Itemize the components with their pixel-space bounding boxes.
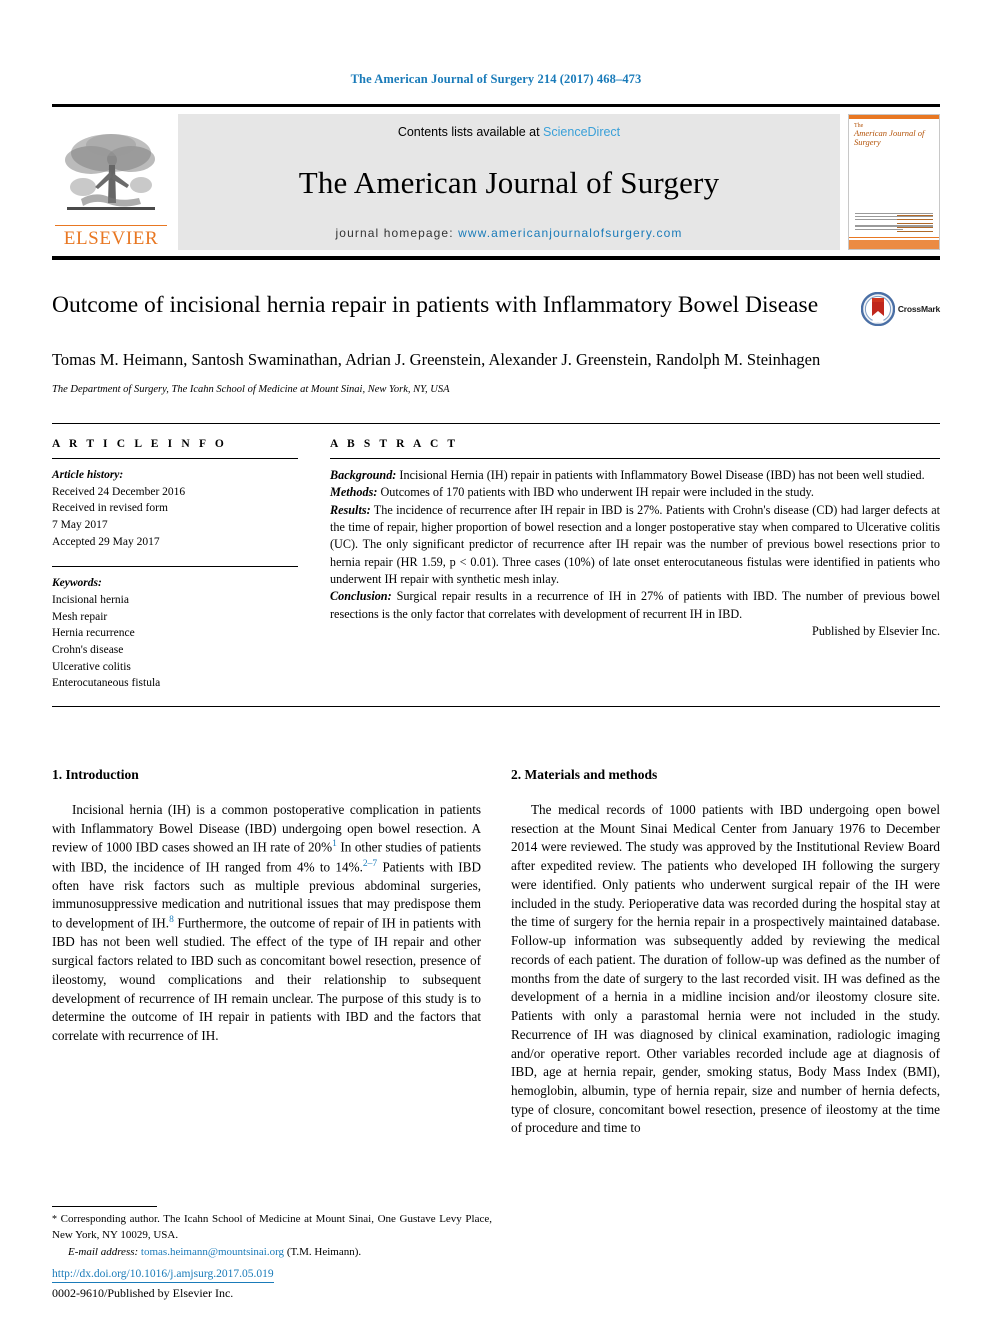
abstract-background-text: Incisional Hernia (IH) repair in patient… bbox=[396, 467, 925, 482]
footer-doi-block: http://dx.doi.org/10.1016/j.amjsurg.2017… bbox=[52, 1264, 274, 1301]
elsevier-tree-icon bbox=[65, 134, 155, 210]
abstract-methods: Methods: Outcomes of 170 patients with I… bbox=[330, 484, 940, 501]
contents-available-line: Contents lists available at ScienceDirec… bbox=[398, 125, 620, 139]
footnote-rule bbox=[52, 1206, 157, 1208]
article-info-rule bbox=[52, 457, 298, 459]
homepage-prefix: journal homepage: bbox=[335, 226, 459, 240]
article-info-separator bbox=[52, 566, 298, 568]
article-history: Article history: Received 24 December 20… bbox=[52, 467, 298, 550]
abstract-results-text: The incidence of recurrence after IH rep… bbox=[330, 502, 940, 586]
column-left: 1. Introduction Incisional hernia (IH) i… bbox=[52, 767, 481, 1138]
abstract-results: Results: The incidence of recurrence aft… bbox=[330, 502, 940, 589]
doi-link[interactable]: http://dx.doi.org/10.1016/j.amjsurg.2017… bbox=[52, 1268, 274, 1283]
article-info-column: A R T I C L E I N F O Article history: R… bbox=[52, 424, 320, 692]
crossmark-icon bbox=[860, 292, 895, 326]
abstract-conclusion-text: Surgical repair results in a recurrence … bbox=[330, 589, 940, 621]
elsevier-wordmark: ELSEVIER bbox=[55, 225, 167, 248]
footnote-corresponding-text: Corresponding author. The Icahn School o… bbox=[52, 1213, 492, 1241]
keyword-item: Ulcerative colitis bbox=[52, 660, 131, 673]
history-line: 7 May 2017 bbox=[52, 518, 108, 531]
journal-article-page: The American Journal of Surgery 214 (201… bbox=[0, 0, 992, 1323]
cover-toc-lines bbox=[897, 214, 933, 235]
cover-bottom-rule bbox=[849, 237, 939, 238]
abstract-heading: A B S T R A C T bbox=[330, 437, 459, 450]
section-heading-materials-and-methods: 2. Materials and methods bbox=[511, 766, 658, 782]
crossmark-badge[interactable]: CrossMark bbox=[844, 290, 940, 326]
running-head-citation: The American Journal of Surgery 214 (201… bbox=[350, 72, 642, 86]
abstract-bottom-rule bbox=[52, 705, 940, 707]
keyword-item: Crohn's disease bbox=[52, 643, 124, 656]
history-line: Accepted 29 May 2017 bbox=[52, 535, 160, 548]
abstract-background: Background: Incisional Hernia (IH) repai… bbox=[330, 467, 940, 484]
abstract-rule bbox=[330, 457, 940, 459]
contents-prefix: Contents lists available at bbox=[397, 125, 544, 139]
keywords-label: Keywords: bbox=[52, 577, 102, 590]
elsevier-logo: ELSEVIER bbox=[52, 114, 170, 250]
abstract-methods-text: Outcomes of 170 patients with IBD who un… bbox=[377, 485, 814, 500]
email-line: E-mail address: tomas.heimann@mountsinai… bbox=[52, 1245, 492, 1261]
crossmark-label: CrossMark bbox=[897, 304, 940, 314]
abstract-conclusion: Conclusion: Surgical repair results in a… bbox=[330, 588, 940, 623]
column-right: 2. Materials and methods The medical rec… bbox=[511, 767, 940, 1138]
corresponding-author-footnote: * Corresponding author. The Icahn School… bbox=[52, 1206, 492, 1261]
info-abstract-section: A R T I C L E I N F O Article history: R… bbox=[52, 422, 940, 692]
journal-homepage-line: journal homepage: www.americanjournalofs… bbox=[336, 226, 683, 240]
keyword-item: Incisional hernia bbox=[52, 593, 129, 606]
issn-line: 0002-9610/Published by Elsevier Inc. bbox=[52, 1286, 234, 1300]
email-label: E-mail address: bbox=[68, 1246, 139, 1259]
masthead-bottom-rule bbox=[52, 256, 940, 260]
intro-text-d: Furthermore, the outcome of repair of IH… bbox=[52, 915, 481, 1043]
abstract-conclusion-label: Conclusion: bbox=[330, 589, 392, 604]
email-link[interactable]: tomas.heimann@mountsinai.org bbox=[141, 1246, 284, 1258]
article-history-label: Article history: bbox=[52, 468, 124, 481]
keyword-item: Enterocutaneous fistula bbox=[52, 677, 161, 690]
title-block: Outcome of incisional hernia repair in p… bbox=[52, 290, 940, 326]
author-list: Tomas M. Heimann, Santosh Swaminathan, A… bbox=[52, 348, 852, 372]
masthead-banner: Contents lists available at ScienceDirec… bbox=[178, 114, 840, 250]
abstract-column: A B S T R A C T Background: Incisional H… bbox=[320, 424, 940, 692]
cover-title: The American Journal of Surgery bbox=[849, 119, 939, 147]
keywords-block: Keywords: Incisional hernia Mesh repair … bbox=[52, 575, 298, 692]
abstract-background-label: Background: bbox=[330, 467, 397, 482]
citation-ref[interactable]: 2–7 bbox=[363, 859, 377, 869]
sciencedirect-link[interactable]: ScienceDirect bbox=[543, 125, 620, 139]
journal-masthead: ELSEVIER Contents lists available at Sci… bbox=[52, 104, 940, 250]
article-info-heading: A R T I C L E I N F O bbox=[52, 437, 227, 450]
journal-title: The American Journal of Surgery bbox=[298, 164, 720, 200]
homepage-url-link[interactable]: www.americanjournalofsurgery.com bbox=[458, 226, 682, 240]
journal-cover-thumbnail: The American Journal of Surgery bbox=[848, 114, 940, 250]
history-line: Received in revised form bbox=[52, 502, 168, 515]
footnote-text: * Corresponding author. The Icahn School… bbox=[52, 1212, 492, 1261]
introduction-paragraph: Incisional hernia (IH) is a common posto… bbox=[52, 801, 481, 1046]
abstract-body: Background: Incisional Hernia (IH) repai… bbox=[330, 467, 940, 640]
affiliation: The Department of Surgery, The Icahn Sch… bbox=[52, 383, 450, 395]
abstract-methods-label: Methods: bbox=[330, 485, 378, 500]
cover-bottom-bar bbox=[849, 240, 939, 249]
keyword-item: Mesh repair bbox=[52, 610, 108, 623]
body-columns: 1. Introduction Incisional hernia (IH) i… bbox=[52, 767, 940, 1138]
abstract-published-by: Published by Elsevier Inc. bbox=[812, 623, 940, 638]
authors-text: Tomas M. Heimann, Santosh Swaminathan, A… bbox=[52, 350, 821, 369]
section-heading-introduction: 1. Introduction bbox=[52, 766, 139, 782]
methods-paragraph: The medical records of 1000 patients wit… bbox=[511, 801, 940, 1136]
abstract-results-label: Results: bbox=[330, 502, 371, 517]
email-owner: (T.M. Heimann). bbox=[286, 1246, 362, 1259]
history-line: Received 24 December 2016 bbox=[52, 485, 186, 498]
cover-title-name: American Journal of Surgery bbox=[854, 128, 925, 148]
keyword-item: Hernia recurrence bbox=[52, 627, 135, 640]
article-title: Outcome of incisional hernia repair in p… bbox=[52, 292, 819, 318]
